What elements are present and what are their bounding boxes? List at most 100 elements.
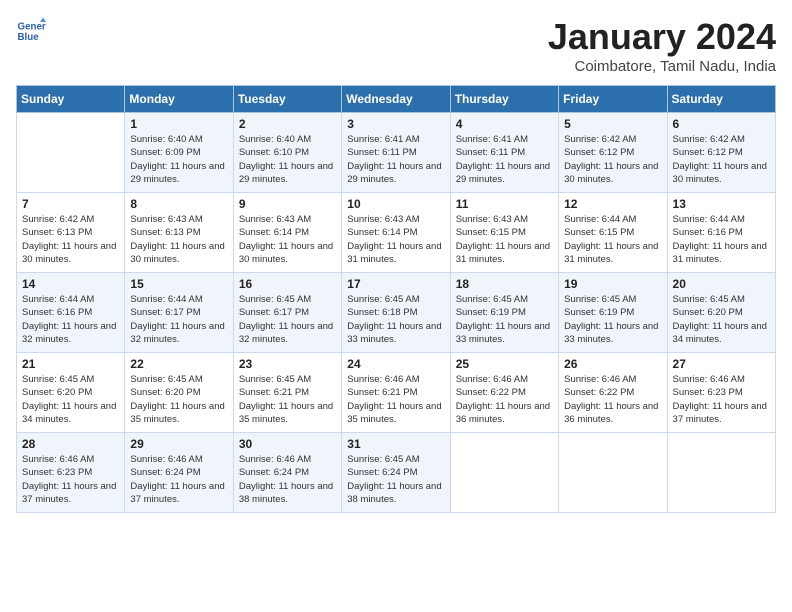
day-number: 30 bbox=[239, 437, 336, 451]
day-info: Sunrise: 6:46 AMSunset: 6:23 PMDaylight:… bbox=[673, 373, 770, 426]
day-number: 1 bbox=[130, 117, 227, 131]
day-cell: 26 Sunrise: 6:46 AMSunset: 6:22 PMDayligh… bbox=[559, 353, 667, 433]
day-info: Sunrise: 6:44 AMSunset: 6:16 PMDaylight:… bbox=[673, 213, 770, 266]
day-cell: 28 Sunrise: 6:46 AMSunset: 6:23 PMDayligh… bbox=[17, 433, 125, 513]
weekday-header-monday: Monday bbox=[125, 86, 233, 113]
week-row-3: 14Sunrise: 6:44 AMSunset: 6:16 PMDayligh… bbox=[17, 273, 776, 353]
day-cell: 30 Sunrise: 6:46 AMSunset: 6:24 PMDayligh… bbox=[233, 433, 341, 513]
day-cell bbox=[450, 433, 558, 513]
day-info: Sunrise: 6:42 AMSunset: 6:13 PMDaylight:… bbox=[22, 213, 119, 266]
day-cell: 25 Sunrise: 6:46 AMSunset: 6:22 PMDayligh… bbox=[450, 353, 558, 433]
day-cell: 19Sunrise: 6:45 AMSunset: 6:19 PMDayligh… bbox=[559, 273, 667, 353]
logo-icon: General Blue bbox=[16, 16, 46, 46]
day-cell: 6Sunrise: 6:42 AMSunset: 6:12 PMDaylight… bbox=[667, 113, 775, 193]
day-number: 24 bbox=[347, 357, 444, 371]
day-info: Sunrise: 6:41 AMSunset: 6:11 PMDaylight:… bbox=[456, 133, 553, 186]
day-number: 25 bbox=[456, 357, 553, 371]
day-info: Sunrise: 6:43 AMSunset: 6:14 PMDaylight:… bbox=[239, 213, 336, 266]
weekday-header-sunday: Sunday bbox=[17, 86, 125, 113]
day-info: Sunrise: 6:41 AMSunset: 6:11 PMDaylight:… bbox=[347, 133, 444, 186]
day-info: Sunrise: 6:46 AMSunset: 6:21 PMDaylight:… bbox=[347, 373, 444, 426]
day-info: Sunrise: 6:44 AMSunset: 6:17 PMDaylight:… bbox=[130, 293, 227, 346]
day-number: 28 bbox=[22, 437, 119, 451]
day-number: 10 bbox=[347, 197, 444, 211]
day-cell: 21 Sunrise: 6:45 AMSunset: 6:20 PMDayligh… bbox=[17, 353, 125, 433]
day-cell: 12Sunrise: 6:44 AMSunset: 6:15 PMDayligh… bbox=[559, 193, 667, 273]
day-info: Sunrise: 6:46 AMSunset: 6:23 PMDaylight:… bbox=[22, 453, 119, 506]
location: Coimbatore, Tamil Nadu, India bbox=[548, 58, 776, 75]
day-info: Sunrise: 6:40 AMSunset: 6:10 PMDaylight:… bbox=[239, 133, 336, 186]
day-number: 26 bbox=[564, 357, 661, 371]
day-info: Sunrise: 6:45 AMSunset: 6:19 PMDaylight:… bbox=[456, 293, 553, 346]
weekday-header-saturday: Saturday bbox=[667, 86, 775, 113]
day-cell: 24 Sunrise: 6:46 AMSunset: 6:21 PMDayligh… bbox=[342, 353, 450, 433]
page-header: General Blue January 2024 Coimbatore, Ta… bbox=[16, 16, 776, 75]
day-number: 9 bbox=[239, 197, 336, 211]
day-number: 7 bbox=[22, 197, 119, 211]
day-number: 2 bbox=[239, 117, 336, 131]
calendar-table: SundayMondayTuesdayWednesdayThursdayFrid… bbox=[16, 85, 776, 513]
day-cell: 5 Sunrise: 6:42 AMSunset: 6:12 PMDaylight… bbox=[559, 113, 667, 193]
day-number: 12 bbox=[564, 197, 661, 211]
day-cell: 10Sunrise: 6:43 AMSunset: 6:14 PMDayligh… bbox=[342, 193, 450, 273]
day-number: 3 bbox=[347, 117, 444, 131]
day-cell: 9 Sunrise: 6:43 AMSunset: 6:14 PMDaylight… bbox=[233, 193, 341, 273]
day-number: 8 bbox=[130, 197, 227, 211]
svg-text:General: General bbox=[18, 22, 47, 33]
weekday-header-row: SundayMondayTuesdayWednesdayThursdayFrid… bbox=[17, 86, 776, 113]
week-row-1: 1 Sunrise: 6:40 AMSunset: 6:09 PMDaylight… bbox=[17, 113, 776, 193]
day-number: 16 bbox=[239, 277, 336, 291]
day-info: Sunrise: 6:46 AMSunset: 6:22 PMDaylight:… bbox=[564, 373, 661, 426]
day-info: Sunrise: 6:40 AMSunset: 6:09 PMDaylight:… bbox=[130, 133, 227, 186]
weekday-header-tuesday: Tuesday bbox=[233, 86, 341, 113]
day-number: 11 bbox=[456, 197, 553, 211]
day-info: Sunrise: 6:45 AMSunset: 6:20 PMDaylight:… bbox=[673, 293, 770, 346]
day-number: 18 bbox=[456, 277, 553, 291]
day-number: 19 bbox=[564, 277, 661, 291]
day-number: 15 bbox=[130, 277, 227, 291]
day-info: Sunrise: 6:45 AMSunset: 6:24 PMDaylight:… bbox=[347, 453, 444, 506]
day-cell: 16 Sunrise: 6:45 AMSunset: 6:17 PMDayligh… bbox=[233, 273, 341, 353]
weekday-header-thursday: Thursday bbox=[450, 86, 558, 113]
day-number: 17 bbox=[347, 277, 444, 291]
day-info: Sunrise: 6:43 AMSunset: 6:15 PMDaylight:… bbox=[456, 213, 553, 266]
day-info: Sunrise: 6:42 AMSunset: 6:12 PMDaylight:… bbox=[673, 133, 770, 186]
day-cell bbox=[667, 433, 775, 513]
day-info: Sunrise: 6:45 AMSunset: 6:17 PMDaylight:… bbox=[239, 293, 336, 346]
day-number: 21 bbox=[22, 357, 119, 371]
day-cell: 1 Sunrise: 6:40 AMSunset: 6:09 PMDaylight… bbox=[125, 113, 233, 193]
title-area: January 2024 Coimbatore, Tamil Nadu, Ind… bbox=[548, 16, 776, 75]
day-cell: 7 Sunrise: 6:42 AMSunset: 6:13 PMDaylight… bbox=[17, 193, 125, 273]
day-cell: 11 Sunrise: 6:43 AMSunset: 6:15 PMDayligh… bbox=[450, 193, 558, 273]
day-info: Sunrise: 6:43 AMSunset: 6:13 PMDaylight:… bbox=[130, 213, 227, 266]
day-cell: 17 Sunrise: 6:45 AMSunset: 6:18 PMDayligh… bbox=[342, 273, 450, 353]
day-cell bbox=[559, 433, 667, 513]
day-cell: 15 Sunrise: 6:44 AMSunset: 6:17 PMDayligh… bbox=[125, 273, 233, 353]
day-number: 13 bbox=[673, 197, 770, 211]
day-info: Sunrise: 6:45 AMSunset: 6:20 PMDaylight:… bbox=[22, 373, 119, 426]
day-cell: 3 Sunrise: 6:41 AMSunset: 6:11 PMDaylight… bbox=[342, 113, 450, 193]
day-info: Sunrise: 6:45 AMSunset: 6:18 PMDaylight:… bbox=[347, 293, 444, 346]
day-number: 23 bbox=[239, 357, 336, 371]
svg-text:Blue: Blue bbox=[18, 32, 40, 43]
day-number: 29 bbox=[130, 437, 227, 451]
day-cell: 29Sunrise: 6:46 AMSunset: 6:24 PMDayligh… bbox=[125, 433, 233, 513]
day-info: Sunrise: 6:45 AMSunset: 6:21 PMDaylight:… bbox=[239, 373, 336, 426]
day-number: 4 bbox=[456, 117, 553, 131]
day-cell: 23 Sunrise: 6:45 AMSunset: 6:21 PMDayligh… bbox=[233, 353, 341, 433]
day-info: Sunrise: 6:42 AMSunset: 6:12 PMDaylight:… bbox=[564, 133, 661, 186]
day-info: Sunrise: 6:46 AMSunset: 6:24 PMDaylight:… bbox=[239, 453, 336, 506]
logo: General Blue bbox=[16, 16, 46, 46]
day-cell: 13 Sunrise: 6:44 AMSunset: 6:16 PMDayligh… bbox=[667, 193, 775, 273]
day-cell: 27Sunrise: 6:46 AMSunset: 6:23 PMDayligh… bbox=[667, 353, 775, 433]
day-number: 5 bbox=[564, 117, 661, 131]
day-info: Sunrise: 6:46 AMSunset: 6:22 PMDaylight:… bbox=[456, 373, 553, 426]
day-cell bbox=[17, 113, 125, 193]
day-cell: 2 Sunrise: 6:40 AMSunset: 6:10 PMDaylight… bbox=[233, 113, 341, 193]
week-row-5: 28 Sunrise: 6:46 AMSunset: 6:23 PMDayligh… bbox=[17, 433, 776, 513]
day-cell: 22Sunrise: 6:45 AMSunset: 6:20 PMDayligh… bbox=[125, 353, 233, 433]
day-cell: 14Sunrise: 6:44 AMSunset: 6:16 PMDayligh… bbox=[17, 273, 125, 353]
weekday-header-friday: Friday bbox=[559, 86, 667, 113]
week-row-2: 7 Sunrise: 6:42 AMSunset: 6:13 PMDaylight… bbox=[17, 193, 776, 273]
week-row-4: 21 Sunrise: 6:45 AMSunset: 6:20 PMDayligh… bbox=[17, 353, 776, 433]
